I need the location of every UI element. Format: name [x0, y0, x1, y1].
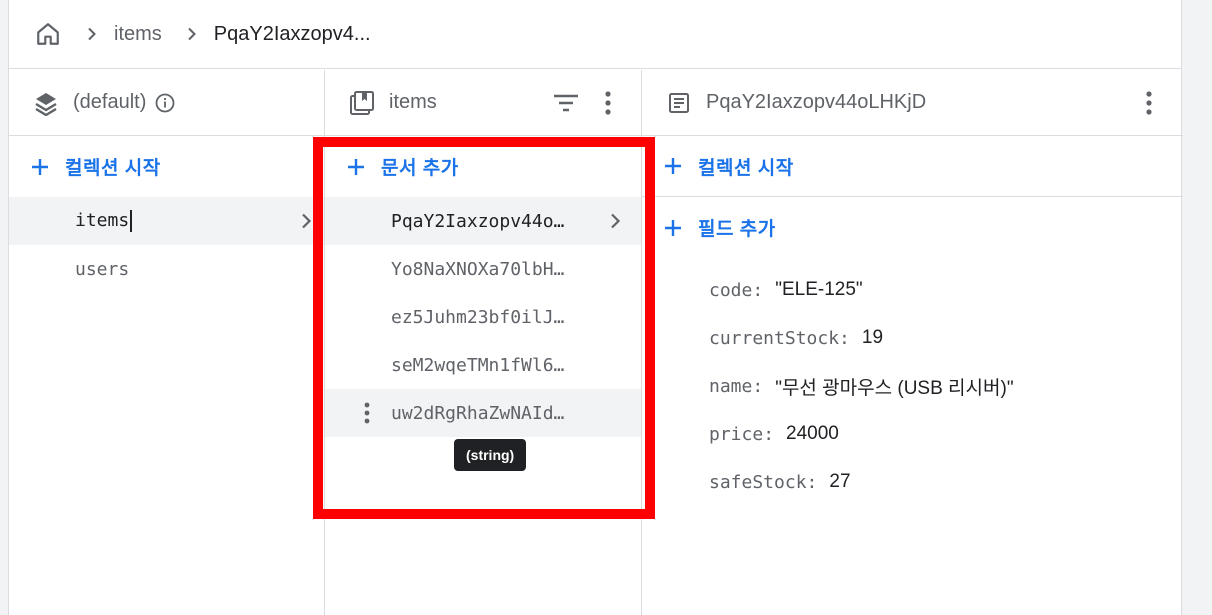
field-value: "ELE-125" — [775, 279, 863, 300]
document-id: Yo8NaXNOXa70lbH… — [391, 258, 565, 280]
database-stack-icon — [33, 90, 59, 116]
field-colon: : — [806, 471, 818, 493]
add-document-label: 문서 추가 — [381, 158, 459, 179]
more-vert-icon[interactable] — [1134, 70, 1164, 136]
database-panel: (default) 컬렉션 시작 items users — [9, 70, 325, 615]
chevron-right-icon — [182, 24, 202, 44]
collection-panel: items 문서 추가 PqaY2Iaxzopv44o… Yo8NaXNOXa7… — [325, 70, 642, 615]
document-item[interactable]: PqaY2Iaxzopv44o… — [325, 197, 641, 245]
field-colon: : — [763, 423, 775, 445]
field-key: currentStock — [709, 327, 840, 349]
add-field-label: 필드 추가 — [698, 219, 776, 240]
document-item[interactable]: Yo8NaXNOXa70lbH… — [325, 245, 641, 293]
breadcrumb-document[interactable]: PqaY2Iaxzopv4... — [214, 23, 371, 46]
breadcrumb-items[interactable]: items — [114, 23, 162, 46]
field-colon: : — [839, 327, 850, 349]
info-icon[interactable] — [154, 92, 176, 114]
firestore-data-viewer: items PqaY2Iaxzopv4... (default) 컬렉션 시작 … — [8, 0, 1183, 615]
more-vert-icon[interactable] — [357, 401, 377, 425]
start-collection-button[interactable]: 컬렉션 시작 — [642, 136, 1183, 197]
field-key: safeStock — [709, 471, 807, 493]
document-item[interactable]: ez5Juhm23bf0ilJ… — [325, 293, 641, 341]
field-value: 24000 — [786, 423, 839, 444]
document-title: PqaY2Iaxzopv44oLHKjD — [706, 91, 927, 113]
chevron-right-icon — [296, 211, 316, 231]
collection-header: items — [325, 70, 641, 136]
document-item[interactable]: seM2wqeTMn1fWl6… — [325, 341, 641, 389]
start-collection-label: 컬렉션 시작 — [65, 158, 161, 179]
field-colon: : — [752, 375, 764, 397]
field-row[interactable]: currentStock: 19 — [642, 314, 1183, 362]
database-title: (default) — [73, 91, 147, 113]
field-row[interactable]: price: 24000 — [642, 410, 1183, 458]
add-document-button[interactable]: 문서 추가 — [325, 136, 641, 197]
field-key: code — [709, 279, 753, 301]
field-value: 19 — [861, 327, 884, 348]
tooltip: (string) — [454, 439, 527, 471]
filter-icon[interactable] — [551, 70, 581, 136]
collection-title: items — [389, 91, 437, 113]
collection-item-users[interactable]: users — [9, 245, 324, 293]
field-colon: : — [752, 279, 764, 301]
document-id: seM2wqeTMn1fWl6… — [391, 354, 565, 376]
database-header: (default) — [9, 70, 324, 136]
chevron-right-icon — [605, 211, 625, 231]
start-collection-button[interactable]: 컬렉션 시작 — [9, 136, 324, 197]
more-vert-icon[interactable] — [593, 70, 623, 136]
text-cursor — [130, 210, 132, 232]
document-panel: PqaY2Iaxzopv44oLHKjD 컬렉션 시작 필드 추가 code: … — [642, 70, 1183, 615]
document-icon — [666, 90, 692, 116]
plus-icon — [31, 158, 49, 176]
start-collection-label: 컬렉션 시작 — [698, 157, 794, 179]
field-value: "무선 광마우스 (USB 리시버)" — [775, 377, 1014, 399]
field-key: price — [709, 423, 764, 445]
plus-icon — [664, 219, 682, 237]
field-key: name — [709, 375, 753, 397]
collection-name: users — [75, 258, 130, 280]
field-row[interactable]: code: "ELE-125" — [642, 266, 1183, 314]
document-id: ez5Juhm23bf0ilJ… — [391, 306, 565, 328]
chevron-right-icon — [82, 24, 102, 44]
breadcrumb: items PqaY2Iaxzopv4... — [9, 0, 1181, 69]
document-id: PqaY2Iaxzopv44o… — [391, 210, 565, 232]
plus-icon — [664, 157, 682, 175]
collection-icon — [349, 90, 375, 116]
plus-icon — [347, 158, 365, 176]
field-value: 27 — [829, 471, 851, 492]
collection-name: items — [9, 210, 132, 232]
field-row[interactable]: name: "무선 광마우스 (USB 리시버)" — [642, 362, 1183, 410]
document-item[interactable]: uw2dRgRhaZwNAId… — [325, 389, 641, 437]
collection-item-items[interactable]: items — [9, 197, 324, 245]
field-row[interactable]: safeStock: 27 — [642, 458, 1183, 506]
home-icon[interactable] — [34, 20, 62, 48]
add-field-button[interactable]: 필드 추가 — [642, 197, 1183, 258]
document-header: PqaY2Iaxzopv44oLHKjD — [642, 70, 1183, 136]
